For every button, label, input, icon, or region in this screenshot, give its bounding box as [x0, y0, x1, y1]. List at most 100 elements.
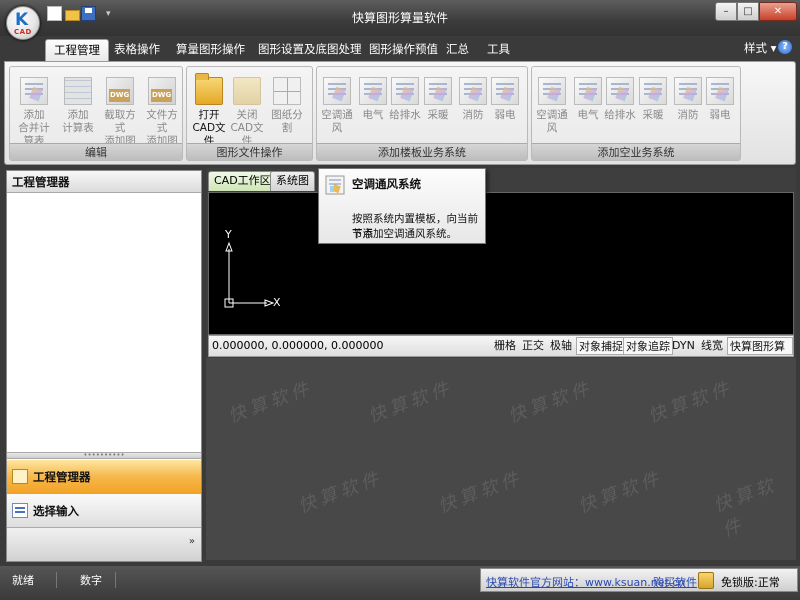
status-ready-text: 就绪 [12, 574, 34, 587]
project-manager-header: 工程管理器 [7, 171, 201, 193]
folder-icon [12, 469, 28, 484]
ribbon-button-label: 打开 [198, 109, 220, 121]
cad-tab-bar: CAD工作区 系统图 [206, 168, 796, 192]
dwg-icon: DWG [106, 77, 134, 105]
ribbon-button[interactable]: 给排水 [387, 71, 423, 122]
ribbon-button-label: 消防 [677, 109, 699, 121]
nav-select-input[interactable]: 选择输入 [7, 494, 201, 528]
ribbon-tab[interactable]: 图形操作预值 [361, 39, 446, 61]
maximize-button[interactable]: □ [737, 2, 759, 21]
ribbon-button-label: 添加 [67, 109, 89, 121]
edition-status-text: 免锁版:正常 [721, 576, 780, 589]
doc-icon [424, 77, 452, 105]
doc-icon [574, 77, 602, 105]
panel-splitter[interactable]: •••••••••• [7, 452, 201, 459]
watermark-text: 快算软件 [505, 377, 596, 428]
tab-system-diagram[interactable]: 系统图 [270, 171, 315, 191]
nav-footer: » [7, 528, 201, 561]
status-numlock-text: 数字 [80, 574, 102, 587]
doc-icon [491, 77, 519, 105]
help-icon[interactable]: ? [778, 40, 792, 54]
cad-status-toggle[interactable]: 栅格 [492, 337, 518, 355]
folder-open-icon [195, 73, 223, 105]
cad-status-toggle[interactable]: 对象捕捉 [576, 337, 626, 355]
nav-expand-chevron-icon[interactable]: » [189, 536, 195, 547]
minimize-button[interactable]: – [715, 2, 737, 21]
cad-status-toggle[interactable]: 线宽 [699, 337, 725, 355]
ribbon-button-label: 文件方式 [146, 109, 178, 134]
ribbon-button[interactable]: 采暖 [420, 71, 456, 122]
ucs-y-axis-label: Y [225, 228, 232, 241]
ribbon-button-label: 采暖 [642, 109, 664, 121]
ribbon-button[interactable]: 添加 合并计算表 [14, 71, 54, 148]
app-logo-button[interactable]: K CAD [6, 6, 40, 40]
status-bar: 就绪 数字 快算软件官方网站：www.ksuan.net.cn 购买软件 免锁版… [0, 566, 800, 600]
doc-icon [639, 77, 667, 105]
doc-icon [674, 77, 702, 105]
doc-icon [323, 77, 351, 105]
cad-status-toggle[interactable]: 快算图形算量 [727, 337, 793, 370]
ribbon-button-label: 消防 [462, 109, 484, 121]
ribbon-button-label: 电气 [577, 109, 599, 121]
ribbon-button[interactable]: 消防 [670, 71, 706, 122]
ribbon-tab[interactable]: 表格操作 [106, 39, 168, 61]
split-icon [273, 77, 301, 105]
project-tree[interactable] [7, 193, 201, 473]
ribbon-button[interactable]: 电气 [355, 71, 391, 122]
project-manager-panel: 工程管理器 •••••••••• 工程管理器 选择输入 » [6, 170, 202, 562]
tooltip-description-line2: 下添加空调通风系统。 [352, 228, 457, 240]
ribbon-button[interactable]: 图纸分割 [267, 71, 307, 135]
ribbon-button[interactable]: 采暖 [635, 71, 671, 122]
watermark-text: 快算软件 [645, 377, 736, 428]
ribbon-button[interactable]: 电气 [570, 71, 606, 122]
ribbon-button[interactable]: 弱电 [487, 71, 523, 122]
ribbon-button[interactable]: 空调通风 [534, 71, 570, 135]
cad-status-toggle[interactable]: DYN [670, 337, 697, 355]
ribbon-button-label: 给排水 [604, 109, 636, 121]
cad-status-toggle[interactable]: 对象追踪 [623, 337, 673, 355]
doc-icon [606, 77, 634, 105]
list-icon [12, 503, 28, 518]
cad-status-toggle[interactable]: 正交 [520, 337, 546, 355]
ribbon-button[interactable]: 打开 CAD文件 [189, 71, 229, 148]
ribbon-tab[interactable]: 算量图形操作 [168, 39, 253, 61]
buy-software-link[interactable]: 购买软件 [653, 574, 697, 590]
ribbon-button-label: 空调通风 [321, 109, 353, 134]
ribbon-group: 添加合并计算表添加计算表DWG截取方式添加图纸DWG文件方式添加图纸编辑 [9, 66, 183, 161]
hvac-system-icon [325, 175, 345, 195]
tab-cad-workspace[interactable]: CAD工作区 [208, 171, 277, 191]
ribbon-tab[interactable]: 图形设置及底图处理 [250, 39, 370, 61]
close-button[interactable]: ✕ [759, 2, 797, 21]
app-logo-k-icon: K [15, 10, 29, 30]
nav-select-input-label: 选择输入 [33, 504, 79, 518]
folder-closed-icon [233, 77, 261, 105]
ribbon-tooltip: 空调通风系统 按照系统内置模板，向当前节点 下添加空调通风系统。 [318, 168, 486, 244]
ribbon-tab[interactable]: 工程管理 [45, 39, 109, 61]
style-menu[interactable]: 样式 ▾ [744, 40, 776, 56]
ribbon-button[interactable]: 弱电 [702, 71, 738, 122]
status-separator [115, 572, 116, 588]
ribbon-button-label: 图纸分割 [271, 109, 303, 134]
cad-drawing-canvas[interactable]: Y X [208, 192, 794, 335]
ribbon-button-label: 电气 [362, 109, 384, 121]
cad-status-toggle[interactable]: 极轴 [548, 337, 574, 355]
ribbon-group: 空调通风 电气 给排水 采暖 消防 弱电 添加楼板业务系统 [316, 66, 528, 161]
ribbon-button[interactable]: 添加 计算表 [58, 71, 98, 135]
cad-workspace: CAD工作区 系统图 Y X 0.000000, 0.000000, 0.000… [206, 168, 796, 560]
ribbon-tab[interactable]: 工具 [479, 39, 518, 61]
ribbon-button[interactable]: 给排水 [602, 71, 638, 122]
ucs-axis-icon [224, 241, 275, 308]
ribbon-tab[interactable]: 汇总 [438, 39, 477, 61]
ribbon-button[interactable]: 关闭 CAD文件 [227, 71, 267, 148]
ribbon-button[interactable]: 空调通风 [319, 71, 355, 135]
doc-icon [359, 77, 387, 105]
watermark-text: 快算软件 [435, 467, 526, 518]
ribbon-tab-bar: 工程管理 表格操作 算量图形操作 图形设置及底图处理 图形操作预值 汇总 工具 [0, 36, 800, 61]
ribbon-group: 打开 CAD文件 关闭 CAD文件 图纸分割 图形文件操作 [186, 66, 313, 161]
nav-project-manager[interactable]: 工程管理器 [7, 460, 201, 494]
coordinate-readout: 0.000000, 0.000000, 0.000000 [212, 339, 384, 352]
ribbon-button[interactable]: 消防 [455, 71, 491, 122]
ribbon-button-label: 关闭 [236, 109, 258, 121]
watermark-text: 快算软件 [575, 467, 666, 518]
cad-background-area: 快算软件 快算软件 快算软件 快算软件 快算软件 快算软件 快算软件 快算软件 [206, 358, 796, 560]
